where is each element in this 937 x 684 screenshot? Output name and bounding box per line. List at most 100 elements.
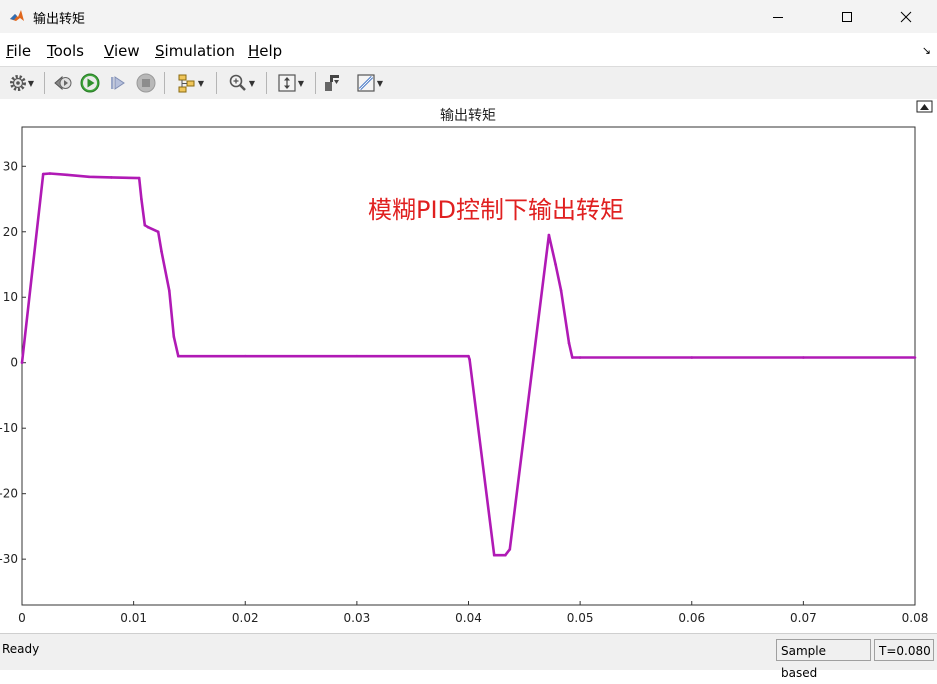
status-time: T=0.080 xyxy=(874,639,934,661)
torque-data-point xyxy=(110,176,113,179)
x-tick-label: 0.05 xyxy=(567,611,594,625)
menu-simulation-mnemonic: S xyxy=(155,42,165,60)
torque-data-point xyxy=(559,289,563,292)
fit-caret-icon: ▼ xyxy=(297,78,305,88)
menu-tools-mnemonic: T xyxy=(47,42,54,60)
x-tick-label: 0 xyxy=(18,611,26,625)
toolbar-divider xyxy=(315,72,316,94)
torque-data-point xyxy=(65,173,68,177)
fit-icon xyxy=(278,74,296,92)
torque-data-point xyxy=(467,354,470,358)
toolbar-divider xyxy=(216,72,217,94)
menu-view[interactable]: View xyxy=(104,42,140,60)
x-tick-label: 0.02 xyxy=(232,611,259,625)
status-ready: Ready xyxy=(2,642,40,656)
torque-data-point xyxy=(244,354,247,358)
torque-data-point xyxy=(137,176,141,180)
signal-caret-icon: ▼ xyxy=(197,78,205,88)
menu-help-mnemonic: H xyxy=(248,42,260,60)
step-forward-icon xyxy=(111,76,125,90)
toolbar-divider xyxy=(266,72,267,94)
y-tick-label: 10 xyxy=(3,290,18,304)
torque-data-point xyxy=(492,553,496,557)
torque-data-point xyxy=(48,172,52,175)
menu-tools[interactable]: Tools xyxy=(47,42,84,60)
toolbar-divider xyxy=(164,72,165,94)
x-tick-label: 0.07 xyxy=(790,611,817,625)
minimize-button[interactable] xyxy=(755,0,801,33)
status-bar: Ready Sample based T=0.080 xyxy=(0,633,937,680)
close-button[interactable] xyxy=(883,0,929,33)
torque-data-point xyxy=(41,172,45,176)
torque-data-point xyxy=(172,335,176,338)
torque-data-point xyxy=(140,197,143,201)
torque-data-point xyxy=(468,358,471,361)
step-back-button[interactable] xyxy=(50,71,74,95)
settings-caret-icon: ▼ xyxy=(27,78,35,88)
menu-file-label: ile xyxy=(13,42,32,60)
y-tick-label: 20 xyxy=(3,225,18,239)
torque-data-point xyxy=(20,361,24,365)
torque-data-point xyxy=(504,553,507,557)
undock-button[interactable] xyxy=(916,100,933,113)
menu-dock-arrow-icon[interactable]: ↘ xyxy=(922,44,931,57)
scope-plot-area: 0 0.01 0.02 0.03 0.04 0.05 0.06 0.07 0.08 30 20 10 0… xyxy=(0,99,937,632)
run-icon xyxy=(80,73,100,93)
torque-data-point xyxy=(571,356,574,359)
restore-layout-icon xyxy=(325,75,339,91)
menu-simulation[interactable]: Simulation xyxy=(155,42,235,60)
torque-data-point xyxy=(554,263,557,266)
maximize-button[interactable] xyxy=(824,0,870,33)
signal-select-button[interactable]: ▼ xyxy=(170,71,210,95)
gear-icon xyxy=(9,75,26,91)
x-tick-label: 0.03 xyxy=(344,611,371,625)
y-tick-label: 30 xyxy=(3,159,18,173)
torque-data-point xyxy=(143,223,147,227)
torque-data-point xyxy=(913,356,917,359)
stop-button[interactable] xyxy=(134,71,158,95)
menu-simulation-label: imulation xyxy=(164,42,235,60)
y-tick-label: -20 xyxy=(0,487,18,501)
zoom-caret-icon: ▼ xyxy=(248,78,256,88)
x-tick-label: 0.06 xyxy=(678,611,705,625)
menu-tools-label: ools xyxy=(53,42,84,60)
matlab-icon xyxy=(9,8,25,24)
menu-bar: File Tools View Simulation Help ↘ xyxy=(0,38,937,64)
zoom-icon xyxy=(229,74,246,91)
title-bar: 输出转矩 xyxy=(0,0,937,33)
torque-data-point xyxy=(168,289,171,292)
menu-view-mnemonic: V xyxy=(104,42,114,60)
x-tick-label: 0.01 xyxy=(120,611,147,625)
menu-view-label: iew xyxy=(113,42,140,60)
torque-data-point xyxy=(156,230,160,234)
torque-data-point xyxy=(177,354,180,358)
torque-data-point xyxy=(355,354,359,358)
stop-icon xyxy=(136,73,156,93)
torque-data-point xyxy=(567,341,571,345)
menu-file[interactable]: File xyxy=(6,42,31,60)
menu-help[interactable]: Help xyxy=(248,42,282,60)
y-tick-label: -10 xyxy=(0,421,18,435)
torque-data-point xyxy=(146,225,150,229)
menu-help-label: elp xyxy=(259,42,283,60)
zoom-button[interactable]: ▼ xyxy=(221,71,261,95)
y-tick-label: -30 xyxy=(0,552,18,566)
step-back-icon xyxy=(54,75,72,91)
scope-chart[interactable]: 0 0.01 0.02 0.03 0.04 0.05 0.06 0.07 0.08 30 20 10 0… xyxy=(0,99,937,632)
torque-data-point xyxy=(508,548,512,551)
window-title: 输出转矩 xyxy=(33,12,86,27)
signal-select-icon xyxy=(178,74,195,93)
step-forward-button[interactable] xyxy=(106,71,130,95)
x-tick-label: 0.04 xyxy=(455,611,482,625)
fit-button[interactable]: ▼ xyxy=(270,71,310,95)
toolbar-divider xyxy=(44,72,45,94)
settings-button[interactable]: ▼ xyxy=(3,71,39,95)
menu-file-mnemonic: F xyxy=(6,42,14,60)
style-caret-icon: ▼ xyxy=(376,78,384,88)
restore-layout-button[interactable] xyxy=(320,71,344,95)
close-icon xyxy=(900,11,912,22)
torque-data-point xyxy=(578,356,582,359)
style-button[interactable]: ▼ xyxy=(349,71,389,95)
run-button[interactable] xyxy=(78,71,102,95)
torque-data-point xyxy=(802,356,805,359)
